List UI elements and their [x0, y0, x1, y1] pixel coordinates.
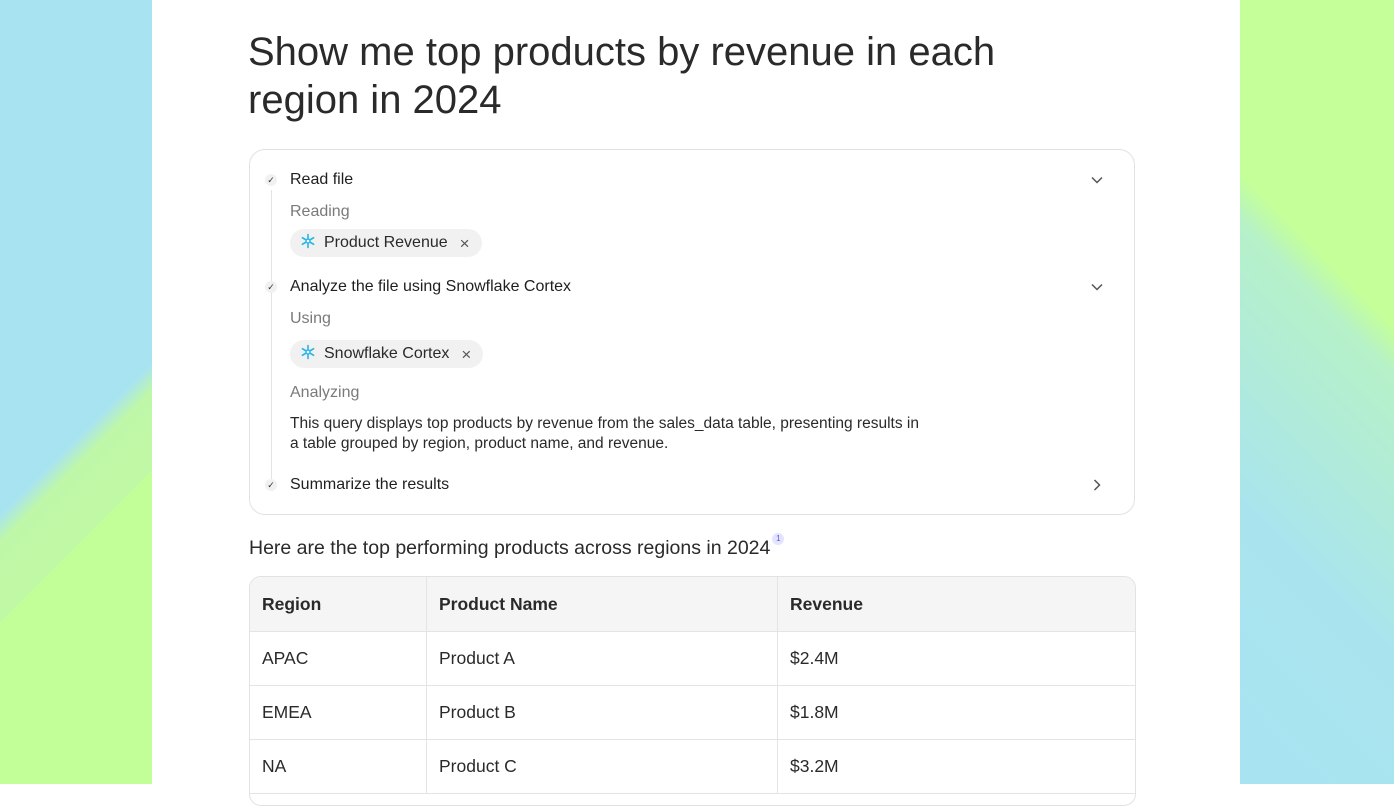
query-title: Show me top products by revenue in each …: [248, 30, 996, 122]
step-title: Summarize the results: [290, 476, 450, 493]
step-read-file[interactable]: ✓ Read file: [250, 169, 1134, 191]
step-title: Read file: [290, 171, 354, 188]
step-sub-label: Using: [290, 310, 331, 327]
step-sub-label: Reading: [290, 203, 350, 220]
column-header-product-name[interactable]: Product Name: [426, 577, 778, 632]
column-header-revenue[interactable]: Revenue: [777, 577, 1135, 632]
analyzing-label: Analyzing: [290, 384, 360, 401]
chevron-right-icon[interactable]: [1090, 478, 1104, 492]
steps-card: ✓ Read file Reading Product Revenue × ✓ …: [249, 149, 1135, 515]
chevron-down-icon[interactable]: [1090, 173, 1104, 187]
table-cell-revenue: $3.2M: [777, 739, 1135, 794]
steps-timeline-rail: [271, 190, 272, 480]
answer-summary-text: Here are the top performing products acr…: [249, 537, 771, 559]
table-row: APAC Product A $2.4M: [250, 631, 1135, 686]
background-right-gradient: [1240, 0, 1394, 784]
snowflake-icon: [300, 344, 316, 365]
check-icon: ✓: [265, 479, 277, 491]
chip-label: Product Revenue: [324, 234, 448, 251]
results-table: Region Product Name Revenue APAC Product…: [249, 576, 1136, 806]
table-cell-revenue: $1.8M: [777, 685, 1135, 740]
table-header-row: Region Product Name Revenue: [250, 577, 1135, 632]
table-cell-revenue: $2.4M: [777, 631, 1135, 686]
table-row: EMEA Product B $1.8M: [250, 685, 1135, 740]
column-header-region[interactable]: Region: [250, 577, 427, 632]
table-cell-region: EMEA: [250, 685, 427, 740]
close-icon[interactable]: ×: [460, 235, 470, 252]
step-summarize-results[interactable]: ✓ Summarize the results: [250, 474, 1134, 496]
file-chip-product-revenue[interactable]: Product Revenue ×: [290, 229, 482, 257]
table-cell-product: Product B: [426, 685, 778, 740]
table-row: NA Product C $3.2M: [250, 739, 1135, 794]
step-analyze-file[interactable]: ✓ Analyze the file using Snowflake Corte…: [250, 276, 1134, 298]
table-cell-region: NA: [250, 739, 427, 794]
background-left-gradient: [0, 0, 152, 784]
check-icon: ✓: [265, 174, 277, 186]
chevron-down-icon[interactable]: [1090, 280, 1104, 294]
tool-chip-snowflake-cortex[interactable]: Snowflake Cortex ×: [290, 340, 484, 368]
table-cell-product: Product C: [426, 739, 778, 794]
citation-badge[interactable]: 1: [772, 533, 785, 545]
table-cell-region: APAC: [250, 631, 427, 686]
snowflake-icon: [300, 233, 316, 254]
analysis-description: This query displays top products by reve…: [290, 415, 919, 452]
close-icon[interactable]: ×: [461, 346, 471, 363]
table-cell-product: Product A: [426, 631, 778, 686]
answer-summary: Here are the top performing products acr…: [249, 533, 785, 560]
step-title: Analyze the file using Snowflake Cortex: [290, 278, 572, 295]
chat-panel: Show me top products by revenue in each …: [152, 0, 1240, 806]
check-icon: ✓: [265, 281, 277, 293]
chip-label: Snowflake Cortex: [324, 345, 450, 362]
